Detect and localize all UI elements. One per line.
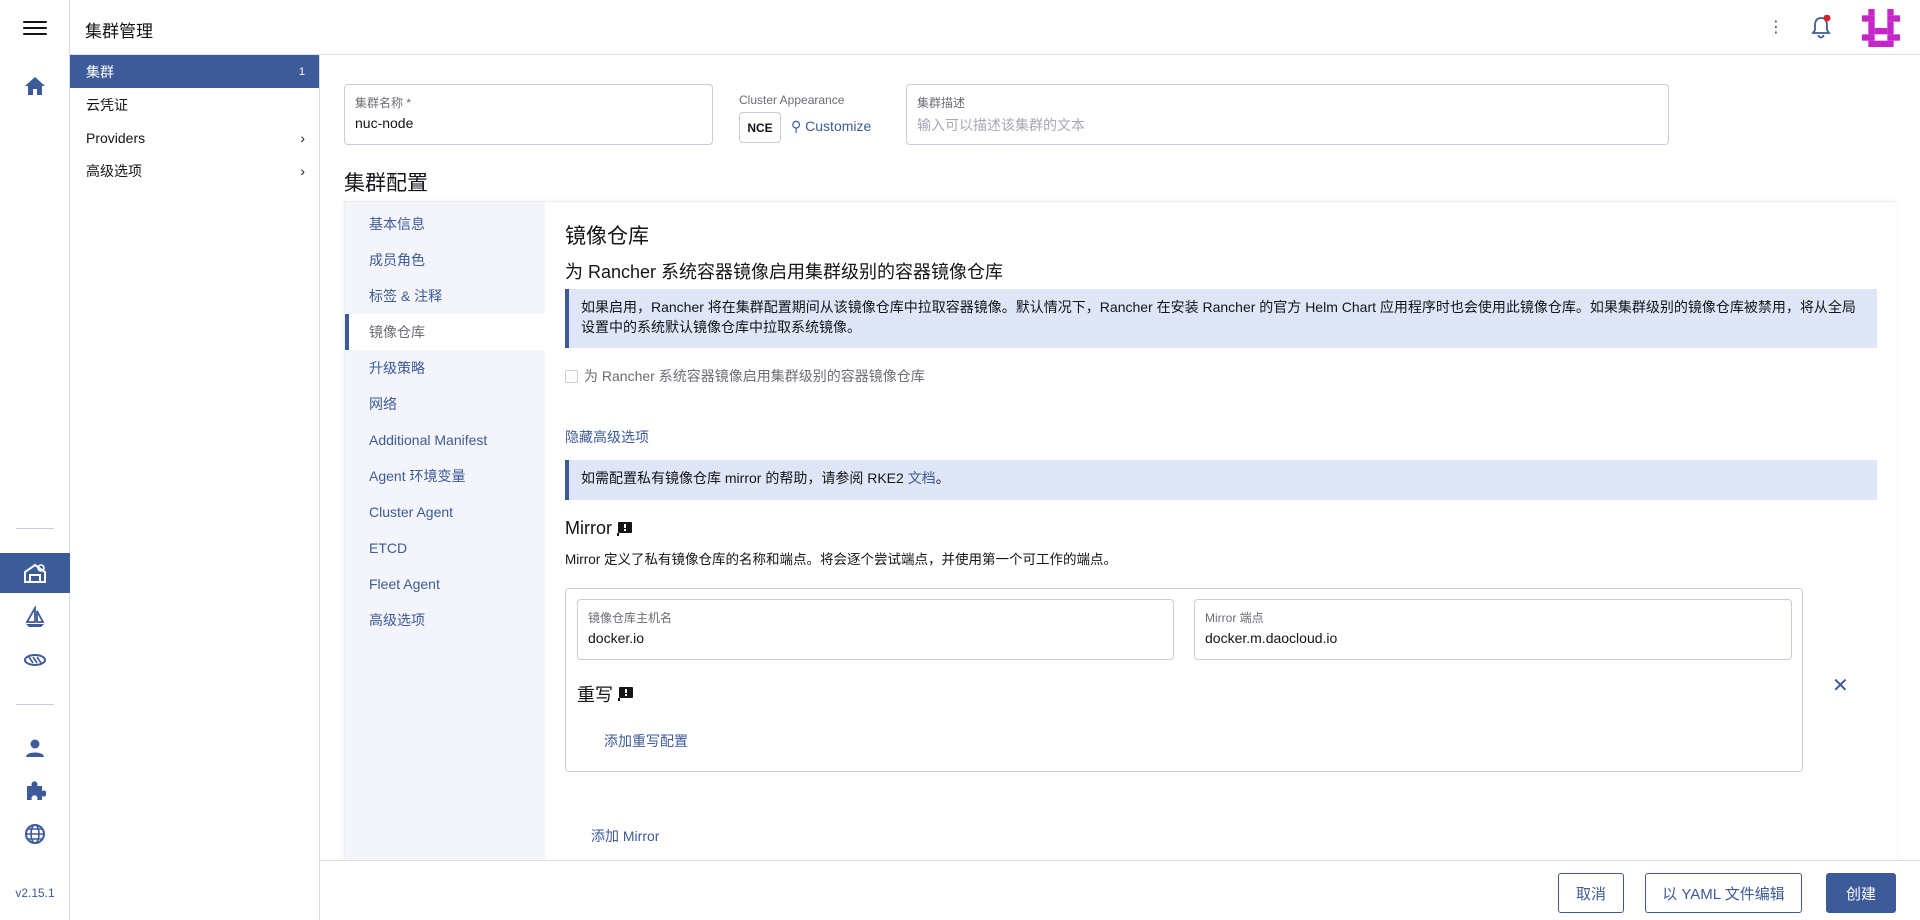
mirror-endpoint-value: docker.m.daocloud.io [1205, 630, 1338, 646]
tab-cluster-agent[interactable]: Cluster Agent [345, 494, 545, 530]
remove-mirror-icon[interactable]: ✕ [1832, 676, 1849, 696]
rail-divider [16, 528, 54, 529]
customize-label: Customize [805, 118, 872, 134]
tab-networking[interactable]: 网络 [345, 386, 545, 422]
sidebar-item-label: 高级选项 [86, 162, 142, 179]
tab-member-roles[interactable]: 成员角色 [345, 242, 545, 278]
create-button[interactable]: 创建 [1826, 873, 1896, 913]
add-rewrite-button[interactable]: 添加重写配置 [604, 731, 688, 751]
registry-hostname-value: docker.io [588, 630, 645, 646]
puzzle-icon[interactable] [0, 771, 70, 811]
side-nav: 集群 1 云凭证 Providers › 高级选项 › [70, 55, 320, 920]
avatar-icon[interactable] [1862, 9, 1900, 47]
mirror-entry: 镜像仓库主机名 docker.io Mirror 端点 docker.m.dao… [565, 588, 1803, 772]
sidebar-item-label: Providers [86, 129, 146, 146]
cancel-button[interactable]: 取消 [1558, 873, 1624, 913]
bell-icon[interactable] [1810, 14, 1832, 42]
rail-divider [16, 704, 54, 705]
tab-additional-manifest[interactable]: Additional Manifest [345, 422, 545, 458]
registry-title: 镜像仓库 [565, 225, 649, 248]
page-title: 集群管理 [85, 22, 153, 41]
registry-hostname-label: 镜像仓库主机名 [588, 611, 673, 625]
sidebar-item-providers[interactable]: Providers › [70, 121, 319, 154]
registry-subtitle: 为 Rancher 系统容器镜像启用集群级别的容器镜像仓库 [565, 262, 1004, 282]
cluster-name-value: nuc-node [355, 115, 414, 131]
enable-registry-checkbox[interactable] [565, 369, 578, 383]
cluster-appearance-label: Cluster Appearance [739, 93, 845, 107]
menu-icon[interactable] [23, 18, 47, 38]
main-content: 集群名称 * nuc-node Cluster Appearance NCE ⚲… [320, 55, 1920, 865]
extensions-icon[interactable] [0, 640, 70, 680]
kebab-icon[interactable]: ⋮ [1768, 17, 1784, 37]
registry-content: 镜像仓库 为 Rancher 系统容器镜像启用集群级别的容器镜像仓库 如果启用，… [545, 202, 1897, 865]
pin-icon: ⚲ [791, 118, 802, 134]
sidebar-item-advanced[interactable]: 高级选项 › [70, 154, 319, 187]
tab-etcd[interactable]: ETCD [345, 530, 545, 566]
sidebar-item-label: 集群 [86, 63, 114, 80]
icon-rail: v2.15.1 [0, 0, 70, 920]
docs-link[interactable]: 文档 [908, 470, 936, 486]
mirror-endpoint-input[interactable]: Mirror 端点 docker.m.daocloud.io [1194, 599, 1792, 660]
config-tabs: 基本信息 成员角色 标签 & 注释 镜像仓库 升级策略 网络 Additiona… [345, 202, 545, 865]
globe-icon[interactable] [0, 814, 70, 854]
rewrite-title-text: 重写 [577, 685, 613, 705]
mirror-title-text: Mirror [565, 518, 612, 538]
sidebar-item-cloud-credentials[interactable]: 云凭证 [70, 88, 319, 121]
chevron-right-icon: › [300, 129, 305, 146]
cluster-config-panel: 基本信息 成员角色 标签 & 注释 镜像仓库 升级策略 网络 Additiona… [344, 201, 1897, 865]
chevron-right-icon: › [300, 162, 305, 179]
mirror-help-banner: 如需配置私有镜像仓库 mirror 的帮助，请参阅 RKE2 文档。 [565, 460, 1877, 500]
mirror-description: Mirror 定义了私有镜像仓库的名称和端点。将会逐个尝试端点，并使用第一个可工… [565, 552, 1117, 567]
enable-registry-label: 为 Rancher 系统容器镜像启用集群级别的容器镜像仓库 [584, 368, 925, 384]
cluster-config-title: 集群配置 [344, 172, 428, 195]
tab-upgrade-strategy[interactable]: 升级策略 [345, 350, 545, 386]
sidebar-item-clusters[interactable]: 集群 1 [70, 55, 319, 88]
mirror-help-text: 如需配置私有镜像仓库 mirror 的帮助，请参阅 RKE2 [581, 470, 908, 486]
cluster-description-input[interactable]: 集群描述 输入可以描述该集群的文本 [906, 84, 1669, 145]
info-flag-icon [618, 687, 633, 701]
tab-labels-annotations[interactable]: 标签 & 注释 [345, 278, 545, 314]
hide-advanced-link[interactable]: 隐藏高级选项 [565, 427, 649, 447]
registry-banner-text: 如果启用，Rancher 将在集群配置期间从该镜像仓库中拉取容器镜像。默认情况下… [581, 299, 1856, 335]
tab-agent-env-vars[interactable]: Agent 环境变量 [345, 458, 545, 494]
tab-basic-info[interactable]: 基本信息 [345, 206, 545, 242]
cluster-name-label: 集群名称 * [355, 96, 412, 110]
customize-link[interactable]: ⚲ Customize [791, 118, 871, 135]
cluster-icon[interactable] [0, 553, 70, 593]
version-label: v2.15.1 [15, 886, 55, 900]
registry-hostname-input[interactable]: 镜像仓库主机名 docker.io [577, 599, 1174, 660]
mirror-title: Mirror [565, 518, 633, 539]
fleet-sail-icon[interactable] [0, 597, 70, 637]
rewrite-title: 重写 [577, 681, 634, 707]
cluster-name-input[interactable]: 集群名称 * nuc-node [344, 84, 713, 145]
cluster-description-placeholder: 输入可以描述该集群的文本 [917, 117, 1085, 133]
enable-registry-row[interactable]: 为 Rancher 系统容器镜像启用集群级别的容器镜像仓库 [565, 366, 925, 386]
top-header: 集群管理 ⋮ [70, 0, 1920, 55]
edit-yaml-button[interactable]: 以 YAML 文件编辑 [1645, 873, 1802, 913]
info-flag-icon [617, 521, 632, 536]
registry-info-banner: 如果启用，Rancher 将在集群配置期间从该镜像仓库中拉取容器镜像。默认情况下… [565, 289, 1877, 348]
add-mirror-button[interactable]: 添加 Mirror [591, 826, 659, 846]
tab-fleet-agent[interactable]: Fleet Agent [345, 566, 545, 602]
sidebar-item-count: 1 [298, 65, 305, 78]
home-icon[interactable] [0, 66, 70, 106]
sidebar-item-label: 云凭证 [86, 96, 128, 113]
mirror-help-suffix: 。 [935, 470, 950, 486]
form-footer: 取消 以 YAML 文件编辑 创建 [320, 860, 1920, 920]
mirror-endpoint-label: Mirror 端点 [1205, 611, 1264, 625]
user-icon[interactable] [0, 728, 70, 768]
tab-advanced[interactable]: 高级选项 [345, 602, 545, 638]
cluster-description-label: 集群描述 [917, 96, 966, 110]
cluster-appearance-badge: NCE [739, 112, 781, 143]
tab-registries[interactable]: 镜像仓库 [345, 314, 545, 350]
